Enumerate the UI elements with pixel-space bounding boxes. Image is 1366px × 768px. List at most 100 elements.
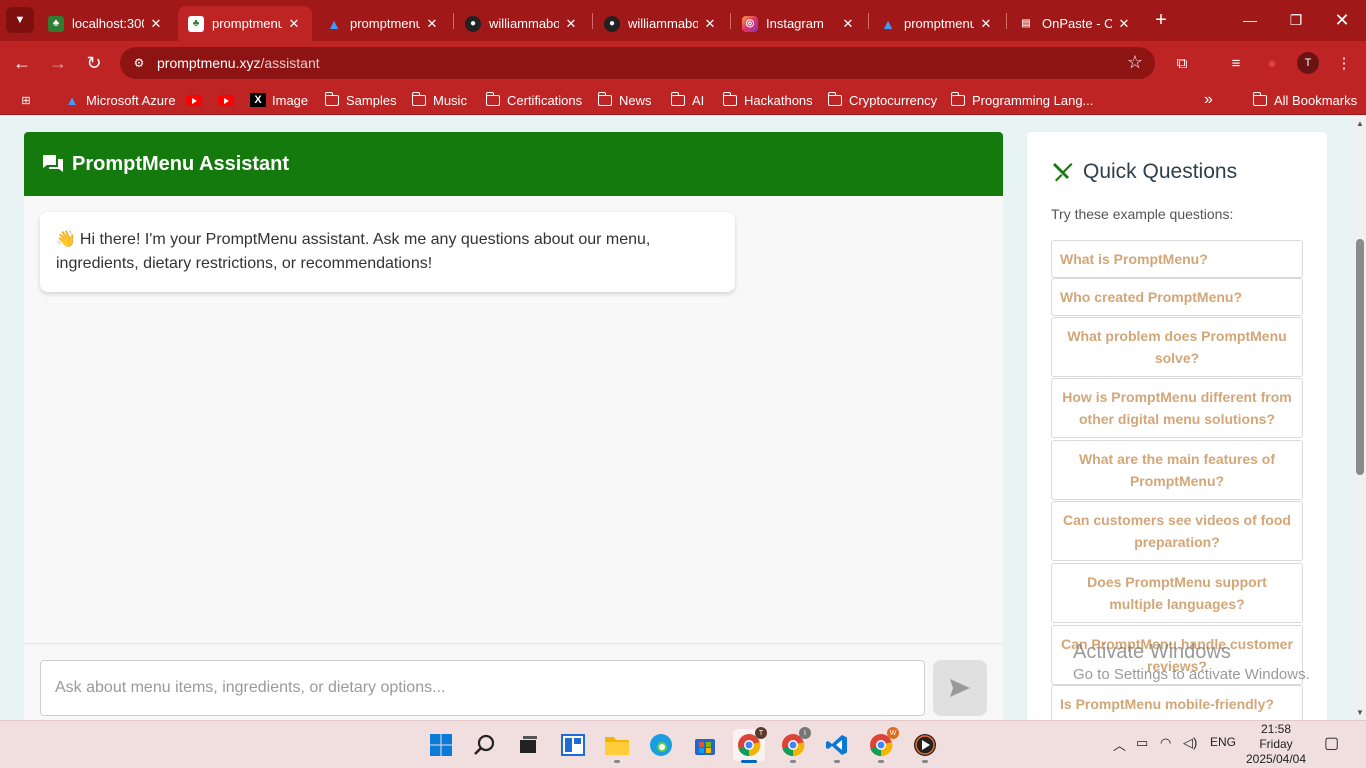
reload-icon: ↻ bbox=[86, 52, 102, 73]
send-button[interactable] bbox=[933, 660, 987, 716]
bookmark-cryptocurrency[interactable]: Cryptocurrency bbox=[827, 91, 937, 109]
bookmark-youtube-2[interactable] bbox=[218, 91, 234, 109]
media-controls-icon[interactable]: ≡ bbox=[1224, 51, 1248, 75]
bookmark-certifications[interactable]: Certifications bbox=[485, 91, 582, 109]
task-view-button[interactable] bbox=[512, 729, 544, 761]
quick-question-button[interactable]: How is PromptMenu different from other d… bbox=[1051, 378, 1303, 438]
bookmark-music[interactable]: Music bbox=[411, 91, 467, 109]
forward-button[interactable]: → bbox=[44, 49, 72, 77]
extensions-icon[interactable]: ⧉ bbox=[1170, 51, 1194, 75]
tab-promptmenu-azure-2[interactable]: ▲ promptmenu ✕ bbox=[870, 6, 1004, 41]
widgets-icon bbox=[561, 734, 585, 756]
quick-question-button[interactable]: What problem does PromptMenu solve? bbox=[1051, 317, 1303, 377]
all-bookmarks-button[interactable]: All Bookmarks bbox=[1252, 91, 1357, 109]
new-tab-button[interactable]: + bbox=[1149, 8, 1173, 32]
page-scrollbar[interactable]: ▲ ▼ bbox=[1354, 116, 1366, 720]
bookmark-samples[interactable]: Samples bbox=[324, 91, 397, 109]
running-indicator bbox=[834, 760, 840, 763]
file-explorer-button[interactable] bbox=[601, 729, 633, 763]
close-icon[interactable]: ✕ bbox=[148, 16, 164, 32]
tab-promptmenu-active[interactable]: ♣ promptmenu ✕ bbox=[178, 6, 312, 41]
quick-question-button[interactable]: Who created PromptMenu? bbox=[1051, 278, 1303, 316]
restore-button[interactable]: ❐ bbox=[1273, 6, 1319, 34]
close-icon[interactable]: ✕ bbox=[424, 16, 440, 32]
site-info-icon[interactable]: ⚙ bbox=[130, 54, 148, 72]
bookmark-hackathons[interactable]: Hackathons bbox=[722, 91, 813, 109]
battery-icon[interactable]: ▭ bbox=[1136, 735, 1148, 751]
url-text[interactable]: promptmenu.xyz/assistant bbox=[157, 55, 320, 71]
start-button[interactable] bbox=[425, 729, 457, 761]
extension-icon[interactable]: ● bbox=[1260, 51, 1284, 75]
chevron-down-icon: ▼ bbox=[14, 14, 26, 26]
quick-question-button[interactable]: Does PromptMenu support multiple languag… bbox=[1051, 563, 1303, 623]
tab-separator bbox=[592, 13, 593, 29]
more-menu-icon[interactable]: ⋮ bbox=[1332, 51, 1356, 75]
bookmark-microsoft-azure[interactable]: ▲ Microsoft Azure bbox=[64, 91, 176, 109]
chrome-profile-2-button[interactable]: I bbox=[777, 727, 811, 763]
edge-button[interactable] bbox=[645, 729, 677, 761]
youtube-icon bbox=[186, 94, 202, 106]
address-bar[interactable]: ⚙ promptmenu.xyz/assistant ☆ bbox=[120, 47, 1155, 79]
tab-localhost[interactable]: ♣ localhost:3000 ✕ bbox=[38, 6, 174, 41]
widgets-button[interactable] bbox=[557, 729, 589, 761]
chrome-profile-3-button[interactable]: W bbox=[865, 727, 899, 763]
tab-promptmenu-azure[interactable]: ▲ promptmenu ✕ bbox=[316, 6, 450, 41]
profile-badge: T bbox=[755, 727, 767, 739]
tab-search-button[interactable]: ▼ bbox=[6, 7, 34, 33]
bookmark-image[interactable]: X Image bbox=[250, 91, 308, 109]
tab-separator bbox=[868, 13, 869, 29]
close-icon[interactable]: ✕ bbox=[1116, 16, 1132, 32]
tab-github-1[interactable]: ● williammabotja ✕ bbox=[455, 6, 589, 41]
scroll-down-icon[interactable]: ▼ bbox=[1355, 707, 1365, 717]
close-icon[interactable]: ✕ bbox=[702, 16, 718, 32]
apps-icon[interactable]: ⊞ bbox=[18, 91, 40, 109]
bookmark-youtube-1[interactable] bbox=[186, 91, 202, 109]
close-icon[interactable]: ✕ bbox=[978, 16, 994, 32]
promptmenu-favicon-icon: ♣ bbox=[188, 15, 204, 32]
quick-question-button[interactable]: Can customers see videos of food prepara… bbox=[1051, 501, 1303, 561]
quick-question-button[interactable]: Is PromptMenu mobile-friendly? bbox=[1051, 685, 1303, 720]
back-button[interactable]: ← bbox=[8, 49, 36, 77]
chat-input[interactable] bbox=[40, 660, 925, 716]
chat-title: PromptMenu Assistant bbox=[72, 153, 290, 175]
language-indicator[interactable]: ENG bbox=[1210, 735, 1236, 749]
chrome-button-active[interactable]: T bbox=[733, 727, 767, 763]
tab-onpaste[interactable]: ▤ OnPaste - Or ✕ bbox=[1008, 6, 1142, 41]
close-icon[interactable]: ✕ bbox=[286, 16, 302, 32]
url-path: /assistant bbox=[260, 55, 320, 71]
clock-date: 2025/04/04 bbox=[1245, 752, 1307, 766]
assistant-message-text: Hi there! I'm your PromptMenu assistant.… bbox=[56, 231, 651, 272]
close-icon[interactable]: ✕ bbox=[563, 16, 579, 32]
tab-github-2[interactable]: ● williammabotja ✕ bbox=[594, 6, 728, 41]
close-icon[interactable]: ✕ bbox=[840, 16, 856, 32]
browser-toolbar: ← → ↻ ⚙ promptmenu.xyz/assistant ☆ ⧉ ≡ ●… bbox=[0, 41, 1366, 85]
reload-button[interactable]: ↻ bbox=[80, 49, 108, 77]
bookmark-ai[interactable]: AI bbox=[670, 91, 704, 109]
bookmark-programming[interactable]: Programming Lang... bbox=[950, 91, 1093, 109]
bookmarks-overflow-button[interactable]: » bbox=[1204, 91, 1213, 109]
clock-day: Friday bbox=[1259, 737, 1293, 751]
scroll-up-icon[interactable]: ▲ bbox=[1355, 118, 1365, 128]
close-window-button[interactable]: ✕ bbox=[1319, 6, 1365, 34]
bookmark-star-icon[interactable]: ☆ bbox=[1127, 52, 1143, 73]
quick-question-button[interactable]: What is PromptMenu? bbox=[1051, 240, 1303, 278]
bookmark-news[interactable]: News bbox=[597, 91, 652, 109]
quick-questions-header: Quick Questions bbox=[1051, 160, 1237, 184]
quick-question-button[interactable]: What are the main features of PromptMenu… bbox=[1051, 440, 1303, 500]
scrollbar-thumb[interactable] bbox=[1356, 239, 1364, 475]
tab-separator bbox=[730, 13, 731, 29]
volume-icon[interactable]: ◁) bbox=[1183, 735, 1197, 751]
arrow-right-icon: → bbox=[49, 52, 67, 73]
minimize-button[interactable]: — bbox=[1227, 6, 1273, 34]
tab-instagram[interactable]: ◎ Instagram ✕ bbox=[732, 6, 866, 41]
edge-icon bbox=[650, 734, 672, 756]
vscode-button[interactable] bbox=[821, 729, 853, 763]
chevron-up-icon[interactable]: ︿ bbox=[1113, 735, 1126, 754]
media-player-button[interactable] bbox=[909, 729, 941, 763]
store-button[interactable] bbox=[689, 729, 721, 761]
notifications-icon[interactable]: ▢ bbox=[1324, 733, 1339, 753]
wifi-icon[interactable]: ◠ bbox=[1160, 735, 1171, 751]
search-button[interactable] bbox=[469, 729, 501, 761]
profile-avatar[interactable]: T bbox=[1297, 52, 1319, 74]
system-clock[interactable]: 21:58 Friday 2025/04/04 bbox=[1240, 722, 1312, 767]
